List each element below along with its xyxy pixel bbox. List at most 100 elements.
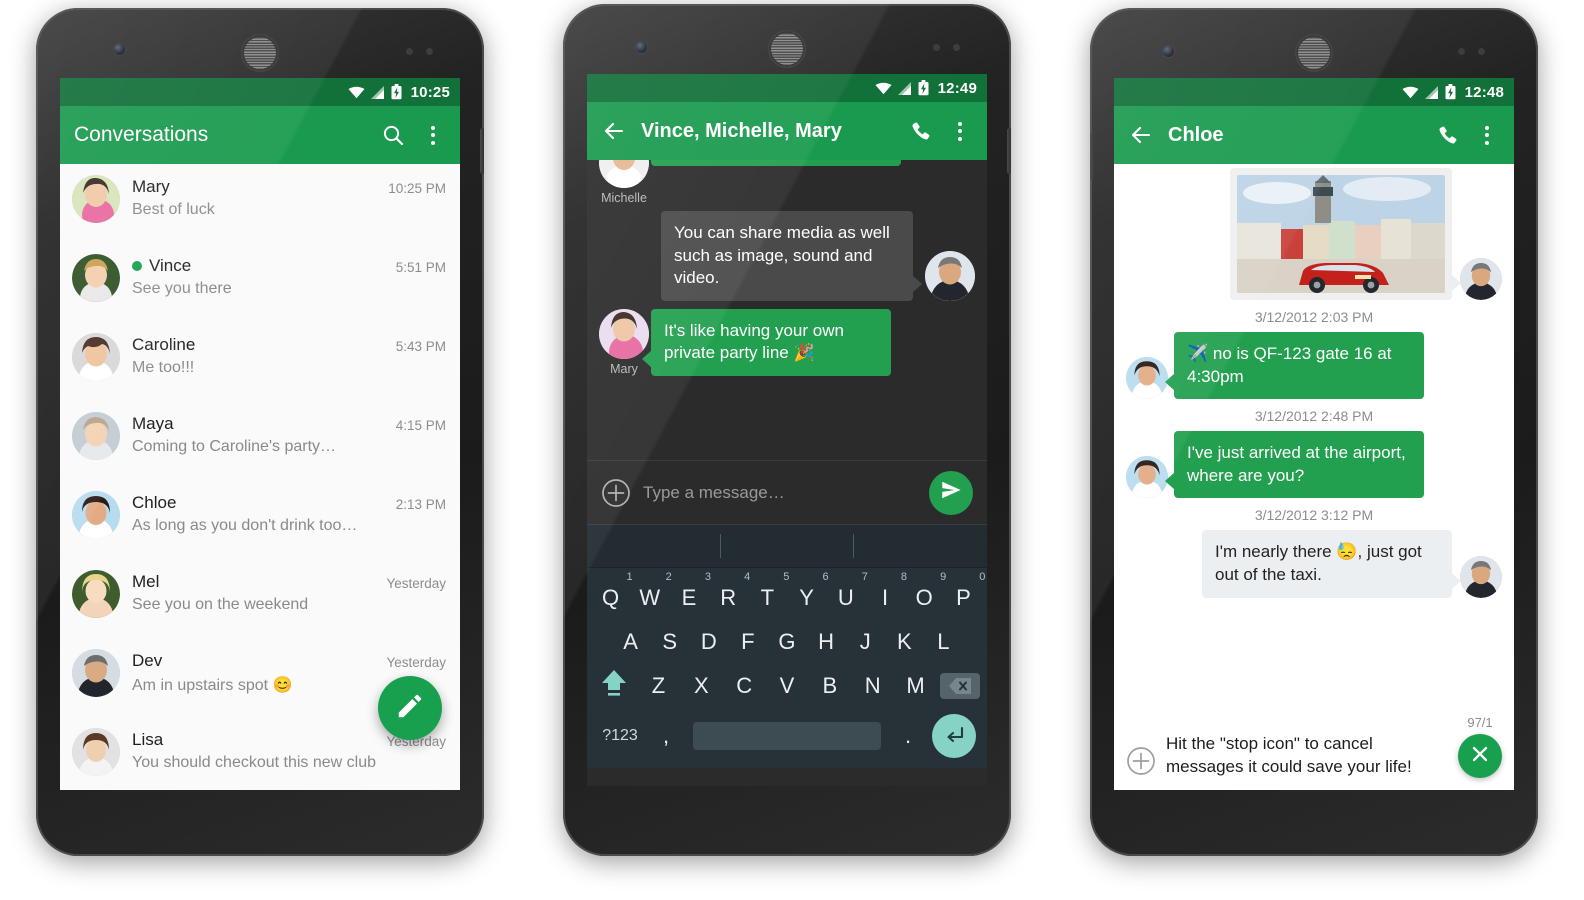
list-item[interactable]: Mary 10:25 PM Best of luck bbox=[60, 164, 460, 243]
key-C[interactable]: C bbox=[723, 664, 766, 708]
period-key[interactable]: . bbox=[891, 714, 925, 758]
shift-icon bbox=[599, 667, 629, 705]
key-H[interactable]: H bbox=[807, 620, 846, 664]
backspace-icon bbox=[940, 673, 981, 699]
key-L[interactable]: L bbox=[924, 620, 963, 664]
sender-avatar-column: Michelle bbox=[597, 160, 651, 205]
key-label: I bbox=[881, 585, 889, 610]
back-arrow-icon[interactable] bbox=[1128, 122, 1154, 148]
backspace-key[interactable] bbox=[937, 664, 983, 708]
key-label: R bbox=[720, 585, 737, 610]
message-time: 4:15 PM bbox=[395, 417, 446, 433]
key-D[interactable]: D bbox=[689, 620, 728, 664]
list-item-body: Mary 10:25 PM Best of luck bbox=[132, 175, 446, 219]
overflow-menu-icon[interactable] bbox=[1474, 122, 1500, 148]
key-V[interactable]: V bbox=[766, 664, 809, 708]
key-P[interactable]: 0P bbox=[944, 571, 985, 620]
key-R[interactable]: 4R bbox=[709, 571, 750, 620]
earpiece-speaker-icon bbox=[1296, 35, 1332, 71]
key-M[interactable]: M bbox=[894, 664, 937, 708]
message-input[interactable]: Hit the "stop icon" to cancel messages i… bbox=[1166, 733, 1448, 778]
key-S[interactable]: S bbox=[650, 620, 689, 664]
message-bubble[interactable]: I've just arrived at the airport, where … bbox=[1165, 431, 1424, 499]
send-button[interactable] bbox=[929, 470, 973, 515]
suggestion-bar[interactable] bbox=[587, 524, 987, 568]
power-button[interactable] bbox=[480, 128, 484, 174]
suggestion-slot[interactable] bbox=[854, 534, 987, 558]
plus-circle-icon[interactable] bbox=[1126, 746, 1156, 776]
key-I[interactable]: 8I bbox=[865, 571, 907, 620]
contact-name: Lisa bbox=[132, 730, 164, 749]
conversation-list[interactable]: Mary 10:25 PM Best of luck Vince 5:51 PM… bbox=[60, 164, 460, 790]
shift-key[interactable] bbox=[591, 664, 637, 708]
key-O[interactable]: 9O bbox=[905, 571, 947, 620]
key-Z[interactable]: Z bbox=[637, 664, 680, 708]
phone3-hardware-top bbox=[1090, 8, 1538, 80]
wifi-icon bbox=[348, 86, 365, 99]
suggestion-slot[interactable] bbox=[587, 534, 720, 558]
wifi-icon bbox=[1402, 86, 1419, 99]
message-preview: As long as you don't drink too… bbox=[132, 517, 358, 534]
send-icon bbox=[940, 479, 962, 506]
message-time: Yesterday bbox=[386, 654, 446, 670]
space-key[interactable] bbox=[693, 722, 881, 750]
message-row: I've just arrived at the airport, where … bbox=[1124, 431, 1504, 499]
key-Q[interactable]: 1Q bbox=[591, 571, 633, 620]
symbols-key[interactable]: ?123 bbox=[591, 714, 649, 758]
message-bubble[interactable]: You can share media as well such as imag… bbox=[661, 211, 922, 301]
suggestion-slot[interactable] bbox=[721, 534, 854, 558]
phone-group-chat: 12:49 Vince, Michelle, Mary Michelle You… bbox=[563, 4, 1011, 856]
list-item-header: Chloe 2:13 PM bbox=[132, 493, 446, 513]
proximity-sensor-icon bbox=[1458, 48, 1465, 55]
comma-key[interactable]: , bbox=[649, 714, 683, 758]
call-icon[interactable] bbox=[1434, 122, 1460, 148]
enter-key[interactable] bbox=[925, 714, 983, 758]
list-item[interactable]: Chloe 2:13 PM As long as you don't drink… bbox=[60, 480, 460, 559]
key-Y[interactable]: 6Y bbox=[787, 571, 828, 620]
message-input[interactable]: Type a message… bbox=[643, 483, 917, 503]
keyboard-row-3: Z X C V B N M bbox=[591, 664, 983, 708]
message-row: ✈️ no is QF-123 gate 16 at 4:30pm bbox=[1124, 332, 1504, 400]
stop-button[interactable] bbox=[1458, 734, 1502, 778]
avatar bbox=[1460, 555, 1502, 598]
list-item-body: Vince 5:51 PM See you there bbox=[132, 254, 446, 298]
list-item[interactable]: Mel Yesterday See you on the weekend bbox=[60, 559, 460, 638]
compose-pencil-icon bbox=[395, 691, 425, 726]
message-bubble[interactable]: It's like having your own private party … bbox=[642, 308, 891, 377]
onscreen-keyboard[interactable]: 1Q 2W 3E 4R 5T 6Y 7U 8I 9O 0P A S D F G … bbox=[587, 524, 987, 768]
key-G[interactable]: G bbox=[767, 620, 806, 664]
search-icon[interactable] bbox=[380, 122, 406, 148]
key-K[interactable]: K bbox=[885, 620, 924, 664]
list-item[interactable]: Caroline 5:43 PM Me too!!! bbox=[60, 322, 460, 401]
back-arrow-icon[interactable] bbox=[601, 118, 627, 144]
list-item[interactable]: Maya 4:15 PM Coming to Caroline's party… bbox=[60, 401, 460, 480]
message-bubble[interactable]: ✈️ no is QF-123 gate 16 at 4:30pm bbox=[1165, 332, 1424, 400]
overflow-menu-icon[interactable] bbox=[420, 122, 446, 148]
message-bubble[interactable]: I'm nearly there 😓, just got out of the … bbox=[1202, 530, 1461, 598]
key-U[interactable]: 7U bbox=[826, 571, 868, 620]
key-B[interactable]: B bbox=[808, 664, 851, 708]
image-message-bubble[interactable] bbox=[1230, 168, 1461, 300]
shared-photo[interactable] bbox=[1237, 175, 1445, 293]
list-item[interactable]: Vince 5:51 PM See you there bbox=[60, 243, 460, 322]
key-W[interactable]: 2W bbox=[630, 571, 671, 620]
power-button[interactable] bbox=[1007, 128, 1011, 174]
plus-circle-icon[interactable] bbox=[601, 478, 631, 508]
message-row bbox=[1124, 168, 1504, 300]
message-bubble[interactable] bbox=[651, 160, 901, 166]
message-scroll-area[interactable]: Michelle You can share media as well suc… bbox=[587, 160, 987, 460]
key-E[interactable]: 3E bbox=[669, 571, 711, 620]
compose-fab[interactable] bbox=[378, 676, 442, 740]
overflow-menu-icon[interactable] bbox=[947, 118, 973, 144]
list-item-body: Maya 4:15 PM Coming to Caroline's party… bbox=[132, 412, 446, 456]
key-A[interactable]: A bbox=[611, 620, 650, 664]
key-T[interactable]: 5T bbox=[748, 571, 790, 620]
phone2-hardware-top bbox=[563, 4, 1011, 76]
key-X[interactable]: X bbox=[680, 664, 723, 708]
power-button[interactable] bbox=[1090, 134, 1094, 180]
message-scroll-area[interactable]: 3/12/2012 2:03 PM ✈️ no is QF-123 gate 1… bbox=[1114, 164, 1514, 707]
key-F[interactable]: F bbox=[728, 620, 767, 664]
key-J[interactable]: J bbox=[846, 620, 885, 664]
call-icon[interactable] bbox=[907, 118, 933, 144]
key-N[interactable]: N bbox=[851, 664, 894, 708]
